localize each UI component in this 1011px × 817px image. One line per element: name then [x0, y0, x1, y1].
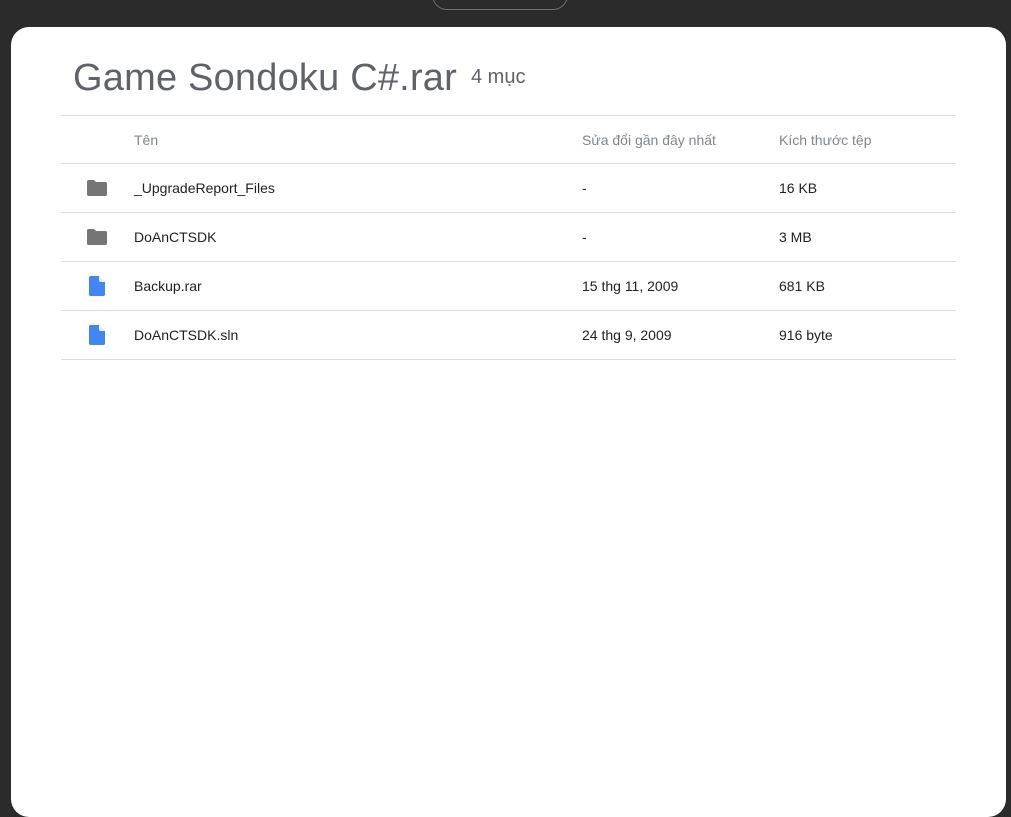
folder-icon: [87, 178, 107, 198]
table-row[interactable]: Backup.rar 15 thg 11, 2009 681 KB: [61, 262, 956, 311]
file-icon: [87, 276, 107, 296]
column-header-size[interactable]: Kích thước tệp: [779, 132, 871, 148]
file-size: 3 MB: [779, 229, 812, 245]
item-count: 4 mục: [471, 66, 526, 88]
file-size: 681 KB: [779, 278, 825, 294]
file-table: Tên Sửa đổi gần đây nhất Kích thước tệp …: [61, 115, 956, 360]
table-row[interactable]: DoAnCTSDK.sln 24 thg 9, 2009 916 byte: [61, 311, 956, 360]
file-modified: -: [582, 229, 587, 245]
file-size: 16 KB: [779, 180, 818, 196]
folder-icon: [87, 227, 107, 247]
column-header-modified[interactable]: Sửa đổi gần đây nhất: [582, 132, 716, 148]
file-modified: -: [582, 180, 587, 196]
file-size: 916 byte: [779, 327, 833, 343]
file-name: DoAnCTSDK: [134, 229, 217, 245]
column-header-name[interactable]: Tên: [134, 132, 158, 148]
table-row[interactable]: DoAnCTSDK - 3 MB: [61, 213, 956, 262]
table-row[interactable]: _UpgradeReport_Files - 16 KB: [61, 164, 956, 213]
table-header-row: Tên Sửa đổi gần đây nhất Kích thước tệp: [61, 116, 956, 164]
archive-header: Game Sondoku C#.rar 4 mục: [73, 57, 525, 100]
archive-title: Game Sondoku C#.rar: [73, 57, 457, 99]
file-name: DoAnCTSDK.sln: [134, 327, 239, 343]
file-name: Backup.rar: [134, 278, 202, 294]
file-name: _UpgradeReport_Files: [134, 180, 275, 196]
top-toolbar-pill[interactable]: [432, 0, 568, 10]
file-icon: [87, 325, 107, 345]
file-modified: 15 thg 11, 2009: [582, 278, 679, 294]
file-modified: 24 thg 9, 2009: [582, 327, 672, 343]
archive-preview-card: Game Sondoku C#.rar 4 mục Tên Sửa đổi gầ…: [11, 27, 1006, 817]
